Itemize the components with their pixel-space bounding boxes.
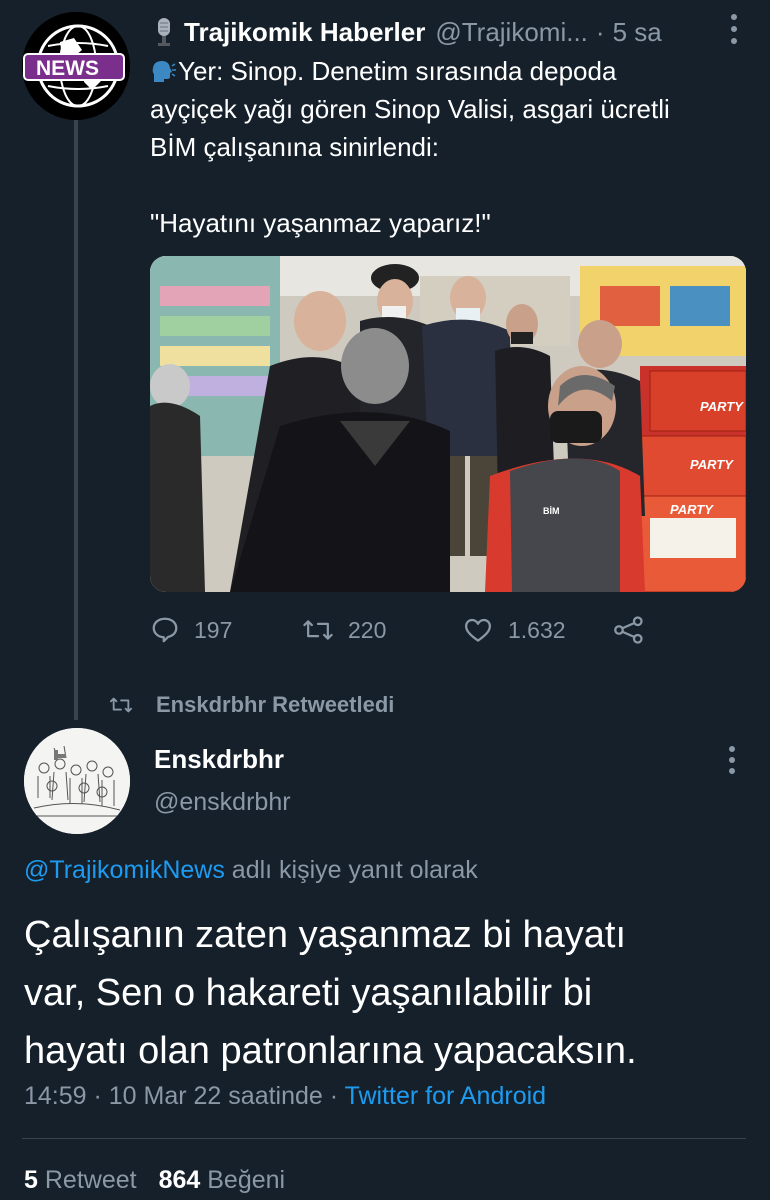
trajikomik-avatar[interactable]: NEWS [22,12,130,120]
original-tweet-text: Yer: Sinop. Denetim sırasında depoda ayç… [150,52,750,242]
original-author-handle[interactable]: @Trajikomi... [435,17,588,48]
tweet-meta: 14:59 · 10 Mar 22 saatinde · Twitter for… [24,1082,546,1111]
time-separator: · [595,16,605,47]
tweet-source-link[interactable]: Twitter for Android [345,1082,546,1110]
tweet-timestamp[interactable]: 14:59 · 10 Mar 22 saatinde [24,1082,323,1110]
main-author-name[interactable]: Enskdrbhr [154,744,284,775]
meta-separator: · [322,1082,345,1110]
party-box-label: PARTY [700,399,744,414]
main-author-handle[interactable]: @enskdrbhr [154,788,291,817]
main-more-options-icon[interactable] [728,746,736,774]
globe-news-logo: NEWS [22,12,130,120]
share-icon [614,616,643,644]
tweet-photo[interactable]: PARTY PARTY PARTY BİM [150,256,746,592]
news-badge-text: NEWS [36,57,99,80]
sketch-crowd-avatar [24,728,130,834]
retweet-stat-label: Retweet [44,1166,137,1194]
retweets-stat[interactable]: 5 Retweet [24,1166,137,1194]
retweeted-by-label: Enskdrbhr Retweetledi [156,692,395,717]
enskdrbhr-avatar[interactable] [24,728,130,834]
likes-stat[interactable]: 864 Beğeni [159,1166,286,1194]
main-tweet-line: hayatı olan patronlarına yapacaksın. [24,1030,637,1072]
original-tweet-time[interactable]: 5 sa [613,17,662,48]
reply-count: 197 [194,616,233,643]
original-tweet-actions: 197 220 1.632 [150,608,650,652]
party-box-label: PARTY [690,457,734,472]
like-button[interactable]: 1.632 [462,608,566,652]
reply-icon [152,617,178,643]
heart-icon [465,618,491,642]
stats-divider [22,1138,746,1139]
retweet-small-icon [109,697,132,713]
tweet-thread-view: NEWS Trajikomik Haberler @Trajikomi... ·… [0,0,770,1200]
original-tweet-line-text: Yer: Sinop. Denetim sırasında depoda [178,56,617,86]
original-tweet-quote-line: "Hayatını yaşanmaz yaparız!" [150,208,491,238]
replying-to-line: @TrajikomikNews adlı kişiye yanıt olarak [24,856,478,885]
store-inspection-photo: PARTY PARTY PARTY BİM [150,256,746,592]
retweet-total: 5 [24,1166,38,1194]
share-button[interactable] [612,608,660,652]
party-box-label: PARTY [670,502,714,517]
retweet-button[interactable]: 220 [302,608,386,652]
original-tweet-blank-line [150,166,750,204]
thread-connector-line [74,120,78,720]
microphone-icon [152,16,176,48]
reply-suffix-text: adlı kişiye yanıt olarak [224,856,478,884]
original-more-options-icon[interactable] [722,14,746,44]
retweet-icon [303,620,333,640]
main-tweet-text: Çalışanın zaten yaşanmaz bi hayatı var, … [24,906,744,1080]
original-tweet-line: ayçiçek yağı gören Sinop Valisi, asgari … [150,94,670,124]
retweet-count: 220 [348,616,387,643]
original-tweet-line: Yer: Sinop. Denetim sırasında depoda [150,52,750,90]
retweeted-by-line[interactable]: Enskdrbhr Retweetledi [108,688,394,722]
speaking-head-icon [150,56,176,82]
like-count: 1.632 [508,616,566,643]
reply-mention-link[interactable]: @TrajikomikNews [24,856,225,884]
like-total: 864 [158,1166,201,1194]
vest-logo-text: BİM [543,506,560,516]
reply-button[interactable]: 197 [150,608,232,652]
original-tweet-line: BİM çalışanına sinirlendi: [150,132,440,162]
original-author-name[interactable]: Trajikomik Haberler [184,17,425,48]
original-tweet-header: Trajikomik Haberler @Trajikomi... · 5 sa [152,14,752,50]
like-stat-label: Beğeni [207,1166,286,1194]
main-tweet-line: Çalışanın zaten yaşanmaz bi hayatı [24,914,627,956]
main-tweet-line: var, Sen o hakareti yaşanılabilir bi [24,972,593,1014]
tweet-stats: 5 Retweet 864 Beğeni [24,1166,285,1195]
